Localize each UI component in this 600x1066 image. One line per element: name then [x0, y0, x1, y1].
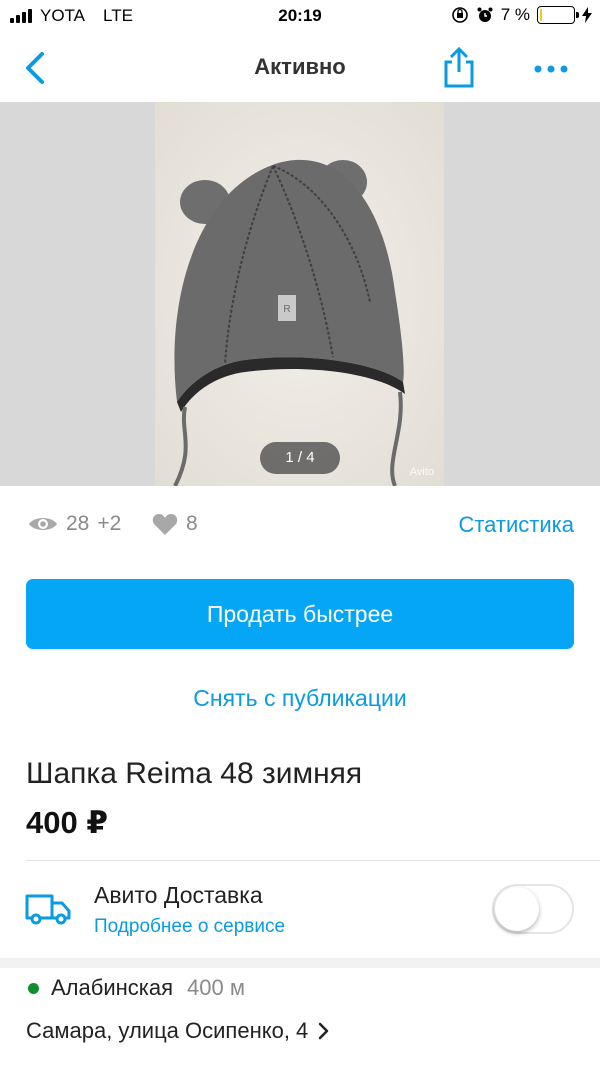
item-title: Шапка Reima 48 зимняя: [26, 757, 363, 790]
views-count: 28: [66, 512, 90, 535]
item-price: 400 ₽: [26, 805, 108, 840]
charging-icon: [582, 7, 592, 23]
hat-image: R: [155, 102, 444, 486]
photo-counter: 1 / 4: [260, 442, 340, 474]
product-photo[interactable]: R Avito: [155, 102, 444, 486]
metro-line-dot: [28, 982, 39, 994]
share-button[interactable]: [436, 46, 482, 90]
orientation-lock-icon: [451, 7, 468, 23]
status-right: 7 %: [451, 5, 592, 25]
delivery-toggle[interactable]: [492, 884, 574, 934]
address-link[interactable]: Самара, улица Осипенко, 4: [26, 1018, 330, 1044]
address-text: Самара, улица Осипенко, 4: [26, 1018, 309, 1043]
more-button[interactable]: [528, 54, 574, 84]
delivery-info-link[interactable]: Подробнее о сервисе: [94, 916, 285, 938]
unpublish-button[interactable]: Снять с публикации: [0, 685, 600, 712]
eye-icon: [29, 518, 57, 530]
metro-distance: 400 м: [187, 975, 245, 1000]
delivery-title: Авито Доставка: [94, 882, 263, 908]
likes-stat: 8: [152, 512, 198, 536]
battery-level: [540, 9, 542, 21]
metro-station: Алабинская 400 м: [28, 975, 245, 1001]
delivery-row: Авито Доставка Подробнее о сервисе: [0, 862, 600, 958]
metro-name: Алабинская: [51, 975, 174, 1000]
photo-gallery[interactable]: R Avito 1 / 4: [0, 102, 600, 486]
more-icon: [534, 65, 568, 73]
views-stat: 28 +2: [28, 512, 121, 536]
likes-count: 8: [186, 512, 198, 535]
alarm-icon: [477, 7, 493, 22]
views-new: +2: [97, 512, 122, 535]
battery-icon: [537, 6, 579, 24]
section-separator: [0, 958, 600, 968]
stats-row: 28 +2 8 Статистика: [0, 500, 600, 550]
toggle-knob: [495, 887, 539, 931]
divider: [26, 860, 600, 861]
heart-icon: [152, 514, 178, 535]
svg-text:R: R: [283, 304, 290, 315]
page-title: Активно: [254, 54, 346, 79]
status-bar: YOTA LTE 20:19 7 %: [0, 0, 600, 34]
truck-icon: [25, 894, 71, 925]
chevron-right-icon: [319, 1022, 329, 1040]
battery-percent: 7 %: [500, 5, 530, 24]
statistics-link[interactable]: Статистика: [458, 512, 574, 538]
watermark: Avito: [409, 466, 434, 478]
sell-faster-button[interactable]: Продать быстрее: [26, 579, 574, 649]
nav-bar: Активно: [0, 34, 600, 102]
share-icon: [444, 46, 474, 88]
